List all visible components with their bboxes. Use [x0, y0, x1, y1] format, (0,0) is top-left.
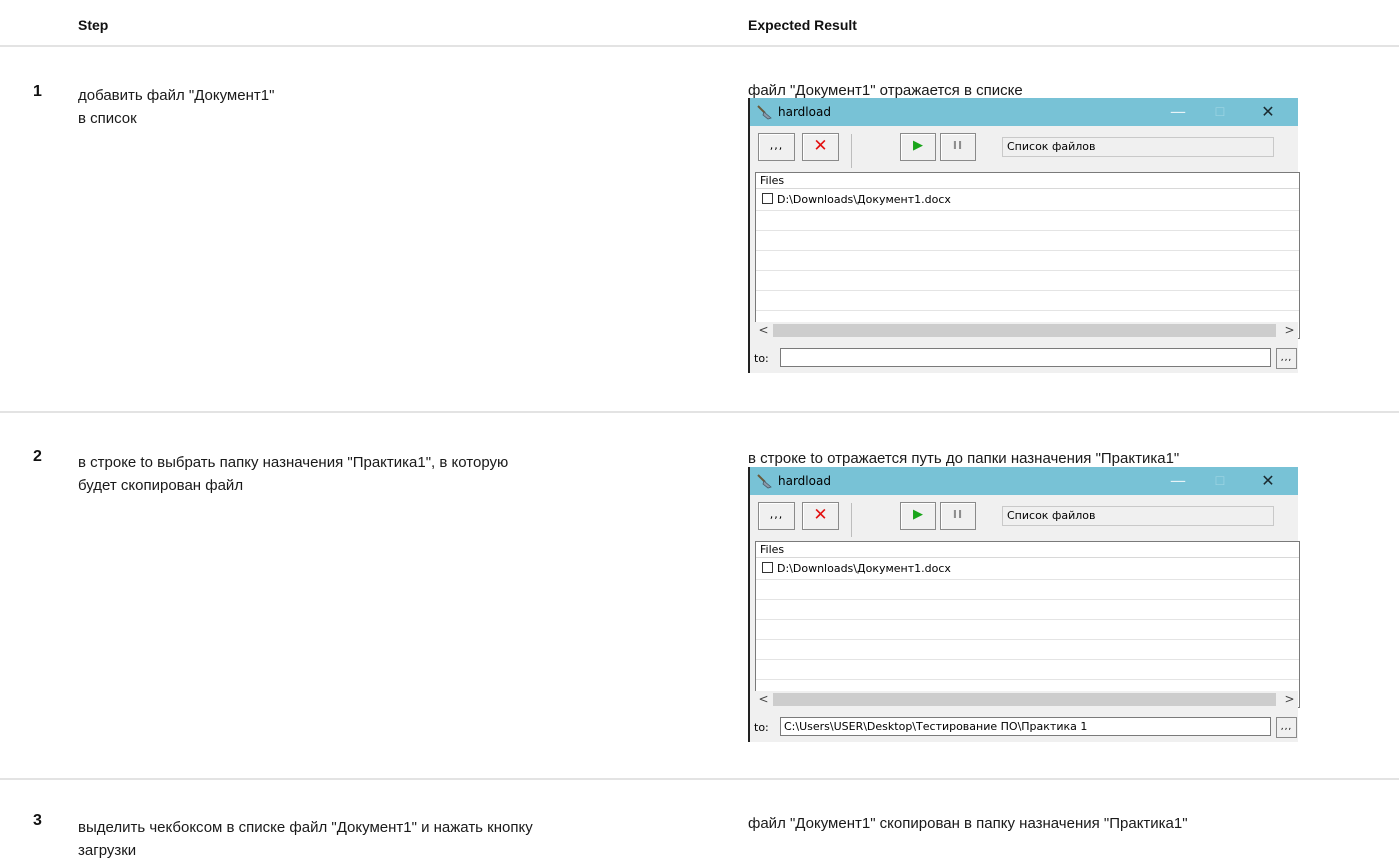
horizontal-scrollbar[interactable]: < >	[755, 322, 1298, 339]
row-divider	[756, 619, 1299, 620]
minimize-button[interactable]: —	[1160, 101, 1196, 123]
step-line: будет скопирован файл	[78, 477, 244, 494]
start-download-button[interactable]: ▶	[900, 502, 936, 530]
status-field: Список файлов	[1002, 137, 1274, 157]
start-download-button[interactable]: ▶	[900, 133, 936, 161]
maximize-button[interactable]: ☐	[1202, 470, 1238, 492]
row-divider	[756, 639, 1299, 640]
delete-button[interactable]: ✕	[802, 502, 839, 530]
scroll-right-icon[interactable]: >	[1281, 691, 1298, 708]
expected-text: файл "Документ1" скопирован в папку назн…	[748, 815, 1188, 832]
close-button[interactable]: ✕	[1250, 470, 1286, 492]
list-item[interactable]: D:\Downloads\Документ1.docx	[762, 193, 951, 207]
pause-button[interactable]: II	[940, 502, 976, 530]
scroll-left-icon[interactable]: <	[755, 691, 772, 708]
browse-destination-button[interactable]: ,,,	[1276, 348, 1297, 369]
toolbar-separator	[851, 503, 852, 537]
row-divider	[756, 579, 1299, 580]
row-number: 2	[33, 448, 42, 465]
browse-files-button[interactable]: ,,,	[758, 502, 795, 530]
hardload-window: hardload — ☐ ✕ ,,, ✕ ▶ II Список файлов …	[748, 98, 1300, 373]
delete-button[interactable]: ✕	[802, 133, 839, 161]
step-column-header: Step	[78, 17, 109, 33]
file-path: D:\Downloads\Документ1.docx	[777, 193, 951, 206]
hardload-window: hardload — ☐ ✕ ,,, ✕ ▶ II Список файлов …	[748, 467, 1300, 742]
close-button[interactable]: ✕	[1250, 101, 1286, 123]
row-divider	[756, 679, 1299, 680]
horizontal-scrollbar[interactable]: < >	[755, 691, 1298, 708]
step-text: выделить чекбоксом в списке файл "Докуме…	[78, 816, 718, 862]
row-divider	[756, 310, 1299, 311]
minimize-button[interactable]: —	[1160, 470, 1196, 492]
step-line: в строке to выбрать папку назначения "Пр…	[78, 454, 509, 471]
files-column-header[interactable]: Files	[756, 173, 1299, 189]
title-bar[interactable]: hardload — ☐ ✕	[750, 467, 1298, 495]
browse-files-button[interactable]: ,,,	[758, 133, 795, 161]
checkbox-icon[interactable]	[762, 193, 773, 204]
to-label: to:	[754, 721, 769, 734]
destination-field[interactable]: C:\Users\USER\Desktop\Тестирование ПО\Пр…	[780, 717, 1271, 736]
row-divider	[756, 290, 1299, 291]
scroll-right-icon[interactable]: >	[1281, 322, 1298, 339]
scroll-thumb[interactable]	[773, 324, 1276, 337]
step-text: добавить файл "Документ1" в список	[78, 84, 718, 130]
step-line: в список	[78, 110, 137, 127]
scroll-thumb[interactable]	[773, 693, 1276, 706]
files-column-header[interactable]: Files	[756, 542, 1299, 558]
row-divider	[0, 778, 1399, 780]
expected-text: в строке to отражается путь до папки наз…	[748, 450, 1180, 467]
window-title: hardload	[778, 474, 831, 488]
step-line: загрузки	[78, 842, 137, 859]
row-divider	[756, 250, 1299, 251]
window-title: hardload	[778, 105, 831, 119]
table-header: Step Expected Result	[0, 0, 1399, 47]
title-bar[interactable]: hardload — ☐ ✕	[750, 98, 1298, 126]
to-label: to:	[754, 352, 769, 365]
shovel-icon	[757, 474, 772, 489]
step-line: выделить чекбоксом в списке файл "Докуме…	[78, 819, 533, 836]
row-divider	[756, 659, 1299, 660]
row-divider	[756, 210, 1299, 211]
scroll-left-icon[interactable]: <	[755, 322, 772, 339]
row-number: 3	[33, 812, 42, 829]
row-divider	[0, 411, 1399, 413]
step-text: в строке to выбрать папку назначения "Пр…	[78, 451, 718, 497]
file-path: D:\Downloads\Документ1.docx	[777, 562, 951, 575]
file-list[interactable]: Files D:\Downloads\Документ1.docx	[755, 172, 1300, 339]
row-number: 1	[33, 83, 42, 100]
browse-destination-button[interactable]: ,,,	[1276, 717, 1297, 738]
expected-column-header: Expected Result	[748, 17, 857, 33]
shovel-icon	[757, 105, 772, 120]
maximize-button[interactable]: ☐	[1202, 101, 1238, 123]
pause-button[interactable]: II	[940, 133, 976, 161]
destination-field[interactable]	[780, 348, 1271, 367]
file-list[interactable]: Files D:\Downloads\Документ1.docx	[755, 541, 1300, 708]
row-divider	[756, 270, 1299, 271]
row-divider	[756, 230, 1299, 231]
checkbox-icon[interactable]	[762, 562, 773, 573]
toolbar-separator	[851, 134, 852, 168]
row-divider	[756, 599, 1299, 600]
status-field: Список файлов	[1002, 506, 1274, 526]
step-line: добавить файл "Документ1"	[78, 87, 275, 104]
list-item[interactable]: D:\Downloads\Документ1.docx	[762, 562, 951, 576]
